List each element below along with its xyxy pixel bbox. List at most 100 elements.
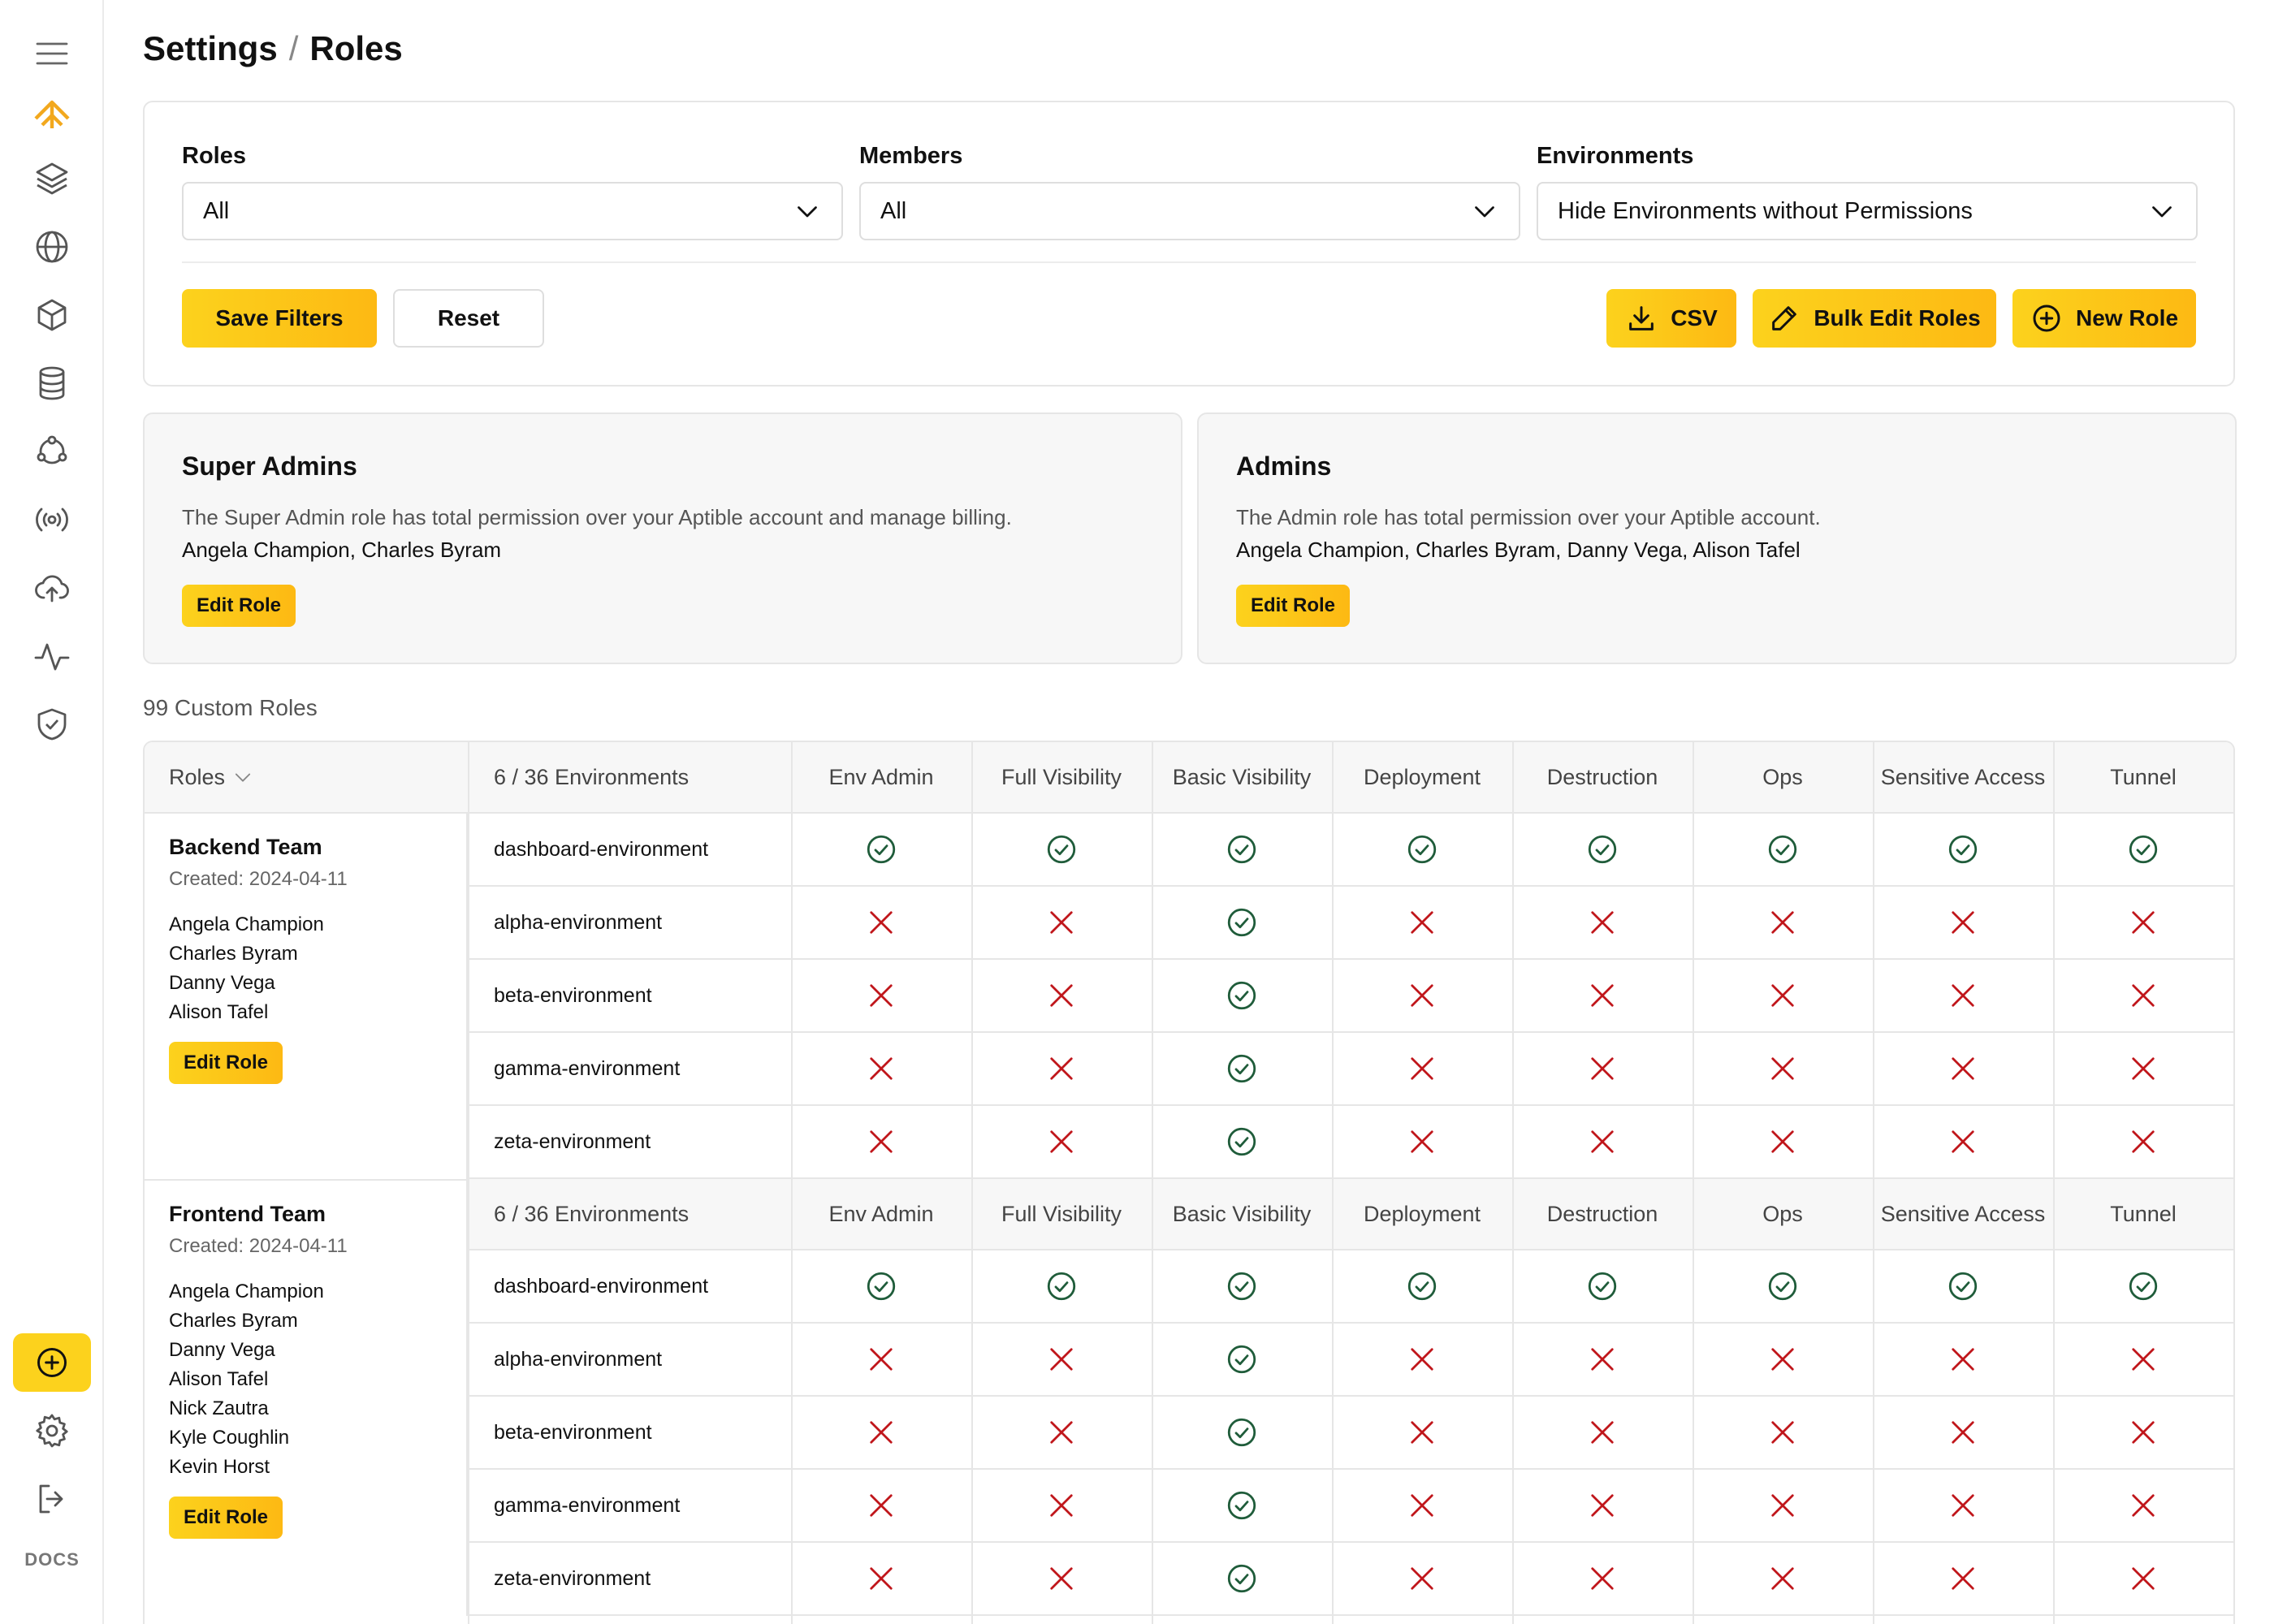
- activity-icon[interactable]: [29, 633, 75, 679]
- check-circle-icon: [1152, 1033, 1332, 1104]
- aptible-logo-icon[interactable]: [29, 93, 75, 138]
- environment-name[interactable]: beta-environment: [494, 1397, 652, 1468]
- roles-filter-value: All: [203, 197, 230, 224]
- x-icon: [1873, 960, 2053, 1031]
- logout-icon[interactable]: [29, 1476, 75, 1522]
- environment-name[interactable]: zeta-environment: [494, 1543, 651, 1614]
- x-icon: [1693, 887, 1873, 958]
- environment-name[interactable]: dashboard-environment: [494, 814, 708, 885]
- members-filter-select[interactable]: All: [859, 182, 1520, 240]
- layers-icon[interactable]: [29, 156, 75, 201]
- database-icon[interactable]: [29, 361, 75, 406]
- environment-name[interactable]: gamma-environment: [494, 1033, 680, 1104]
- check-circle-icon: [1693, 1250, 1873, 1322]
- cube-icon[interactable]: [29, 292, 75, 338]
- role-member: Danny Vega: [169, 1339, 275, 1361]
- role-info: Frontend Team Created: 2024-04-11 Angela C…: [145, 1179, 468, 1616]
- table-row: dashboard-environment: [468, 814, 2233, 887]
- environment-name[interactable]: alpha-environment: [494, 1324, 662, 1395]
- super-admins-description: The Super Admin role has total permissio…: [182, 505, 1012, 529]
- check-circle-icon: [1332, 814, 1512, 885]
- x-icon: [1693, 1324, 1873, 1395]
- x-icon: [971, 1543, 1152, 1614]
- table-row: beta-environment: [468, 960, 2233, 1033]
- globe-icon[interactable]: [29, 224, 75, 270]
- x-icon: [791, 1106, 971, 1177]
- role-member: Kevin Horst: [169, 1456, 270, 1478]
- reset-button[interactable]: Reset: [393, 289, 544, 348]
- x-icon: [1693, 960, 1873, 1031]
- new-role-button[interactable]: New Role: [2012, 289, 2196, 348]
- super-admins-card: Super Admins The Super Admin role has to…: [143, 412, 1182, 664]
- x-icon: [1693, 1543, 1873, 1614]
- check-circle-icon: [1512, 1250, 1693, 1322]
- permission-column-header: Full Visibility: [1001, 764, 1122, 789]
- x-icon: [1332, 960, 1512, 1031]
- role-info: Backend Team Created: 2024-04-11 Angela Ch…: [145, 814, 468, 1179]
- download-icon: [1629, 306, 1654, 330]
- environments-column-header: 6 / 36 Environments: [494, 764, 690, 789]
- check-circle-icon: [1512, 814, 1693, 885]
- x-icon: [2053, 960, 2233, 1031]
- network-icon[interactable]: [29, 429, 75, 474]
- role-name: Frontend Team: [169, 1202, 326, 1226]
- filter-panel: Roles All Members All Environments Hide …: [143, 101, 2235, 387]
- roles-filter: Roles All: [182, 143, 843, 240]
- x-icon: [1873, 1543, 2053, 1614]
- role-member: Alison Tafel: [169, 1368, 269, 1390]
- check-circle-icon: [1693, 814, 1873, 885]
- environment-name[interactable]: alpha-environment: [494, 887, 662, 958]
- check-circle-icon: [1152, 814, 1332, 885]
- save-filters-button[interactable]: Save Filters: [182, 289, 377, 348]
- shield-check-icon[interactable]: [29, 702, 75, 747]
- x-icon: [791, 960, 971, 1031]
- table-row: alpha-environment: [468, 1324, 2233, 1397]
- table-row: zeta-environment: [468, 1543, 2233, 1616]
- column-divider: [1512, 742, 1514, 1624]
- environment-name[interactable]: beta-environment: [494, 960, 652, 1031]
- breadcrumb-parent[interactable]: Settings: [143, 29, 278, 67]
- role-member: Charles Byram: [169, 943, 298, 965]
- x-icon: [1873, 887, 2053, 958]
- x-icon: [971, 1397, 1152, 1468]
- check-circle-icon: [2053, 1250, 2233, 1322]
- page-title: Settings / Roles: [143, 29, 403, 68]
- x-icon: [971, 1106, 1152, 1177]
- check-circle-icon: [1152, 1324, 1332, 1395]
- environment-name[interactable]: dashboard-environment: [494, 1250, 708, 1322]
- roles-column-header[interactable]: Roles: [169, 742, 254, 812]
- permission-column-header: Env Admin: [828, 764, 934, 789]
- csv-button[interactable]: CSV: [1606, 289, 1736, 348]
- check-circle-icon: [1152, 1543, 1332, 1614]
- bulk-edit-roles-button[interactable]: Bulk Edit Roles: [1753, 289, 1996, 348]
- admins-edit-role-button[interactable]: Edit Role: [1236, 585, 1351, 627]
- x-icon: [971, 1033, 1152, 1104]
- add-icon[interactable]: [13, 1333, 91, 1392]
- column-divider: [2053, 742, 2055, 1624]
- super-admins-edit-role-button[interactable]: Edit Role: [182, 585, 296, 627]
- environments-filter-select[interactable]: Hide Environments without Permissions: [1537, 182, 2198, 240]
- environment-name[interactable]: zeta-environment: [494, 1106, 651, 1177]
- table-row: beta-environment: [468, 1397, 2233, 1470]
- menu-icon[interactable]: [29, 31, 75, 76]
- gear-icon[interactable]: [29, 1408, 75, 1453]
- check-circle-icon: [2053, 814, 2233, 885]
- x-icon: [971, 887, 1152, 958]
- table-row: dashboard-environment: [468, 1250, 2233, 1324]
- role-edit-button[interactable]: Edit Role: [169, 1042, 283, 1084]
- check-circle-icon: [1152, 1470, 1332, 1541]
- roles-filter-select[interactable]: All: [182, 182, 843, 240]
- chevron-down-icon: [798, 206, 817, 218]
- x-icon: [1512, 1033, 1693, 1104]
- environment-name[interactable]: gamma-environment: [494, 1470, 680, 1541]
- x-icon: [1512, 1543, 1693, 1614]
- broadcast-icon[interactable]: [29, 497, 75, 542]
- cloud-upload-icon[interactable]: [29, 565, 75, 611]
- column-divider: [791, 742, 793, 1624]
- role-edit-button[interactable]: Edit Role: [169, 1497, 283, 1539]
- x-icon: [1512, 1470, 1693, 1541]
- check-circle-icon: [971, 1250, 1152, 1322]
- role-member: Angela Champion: [169, 914, 324, 935]
- bulk-edit-roles-label: Bulk Edit Roles: [1814, 305, 1981, 330]
- docs-link[interactable]: DOCS: [0, 1549, 104, 1570]
